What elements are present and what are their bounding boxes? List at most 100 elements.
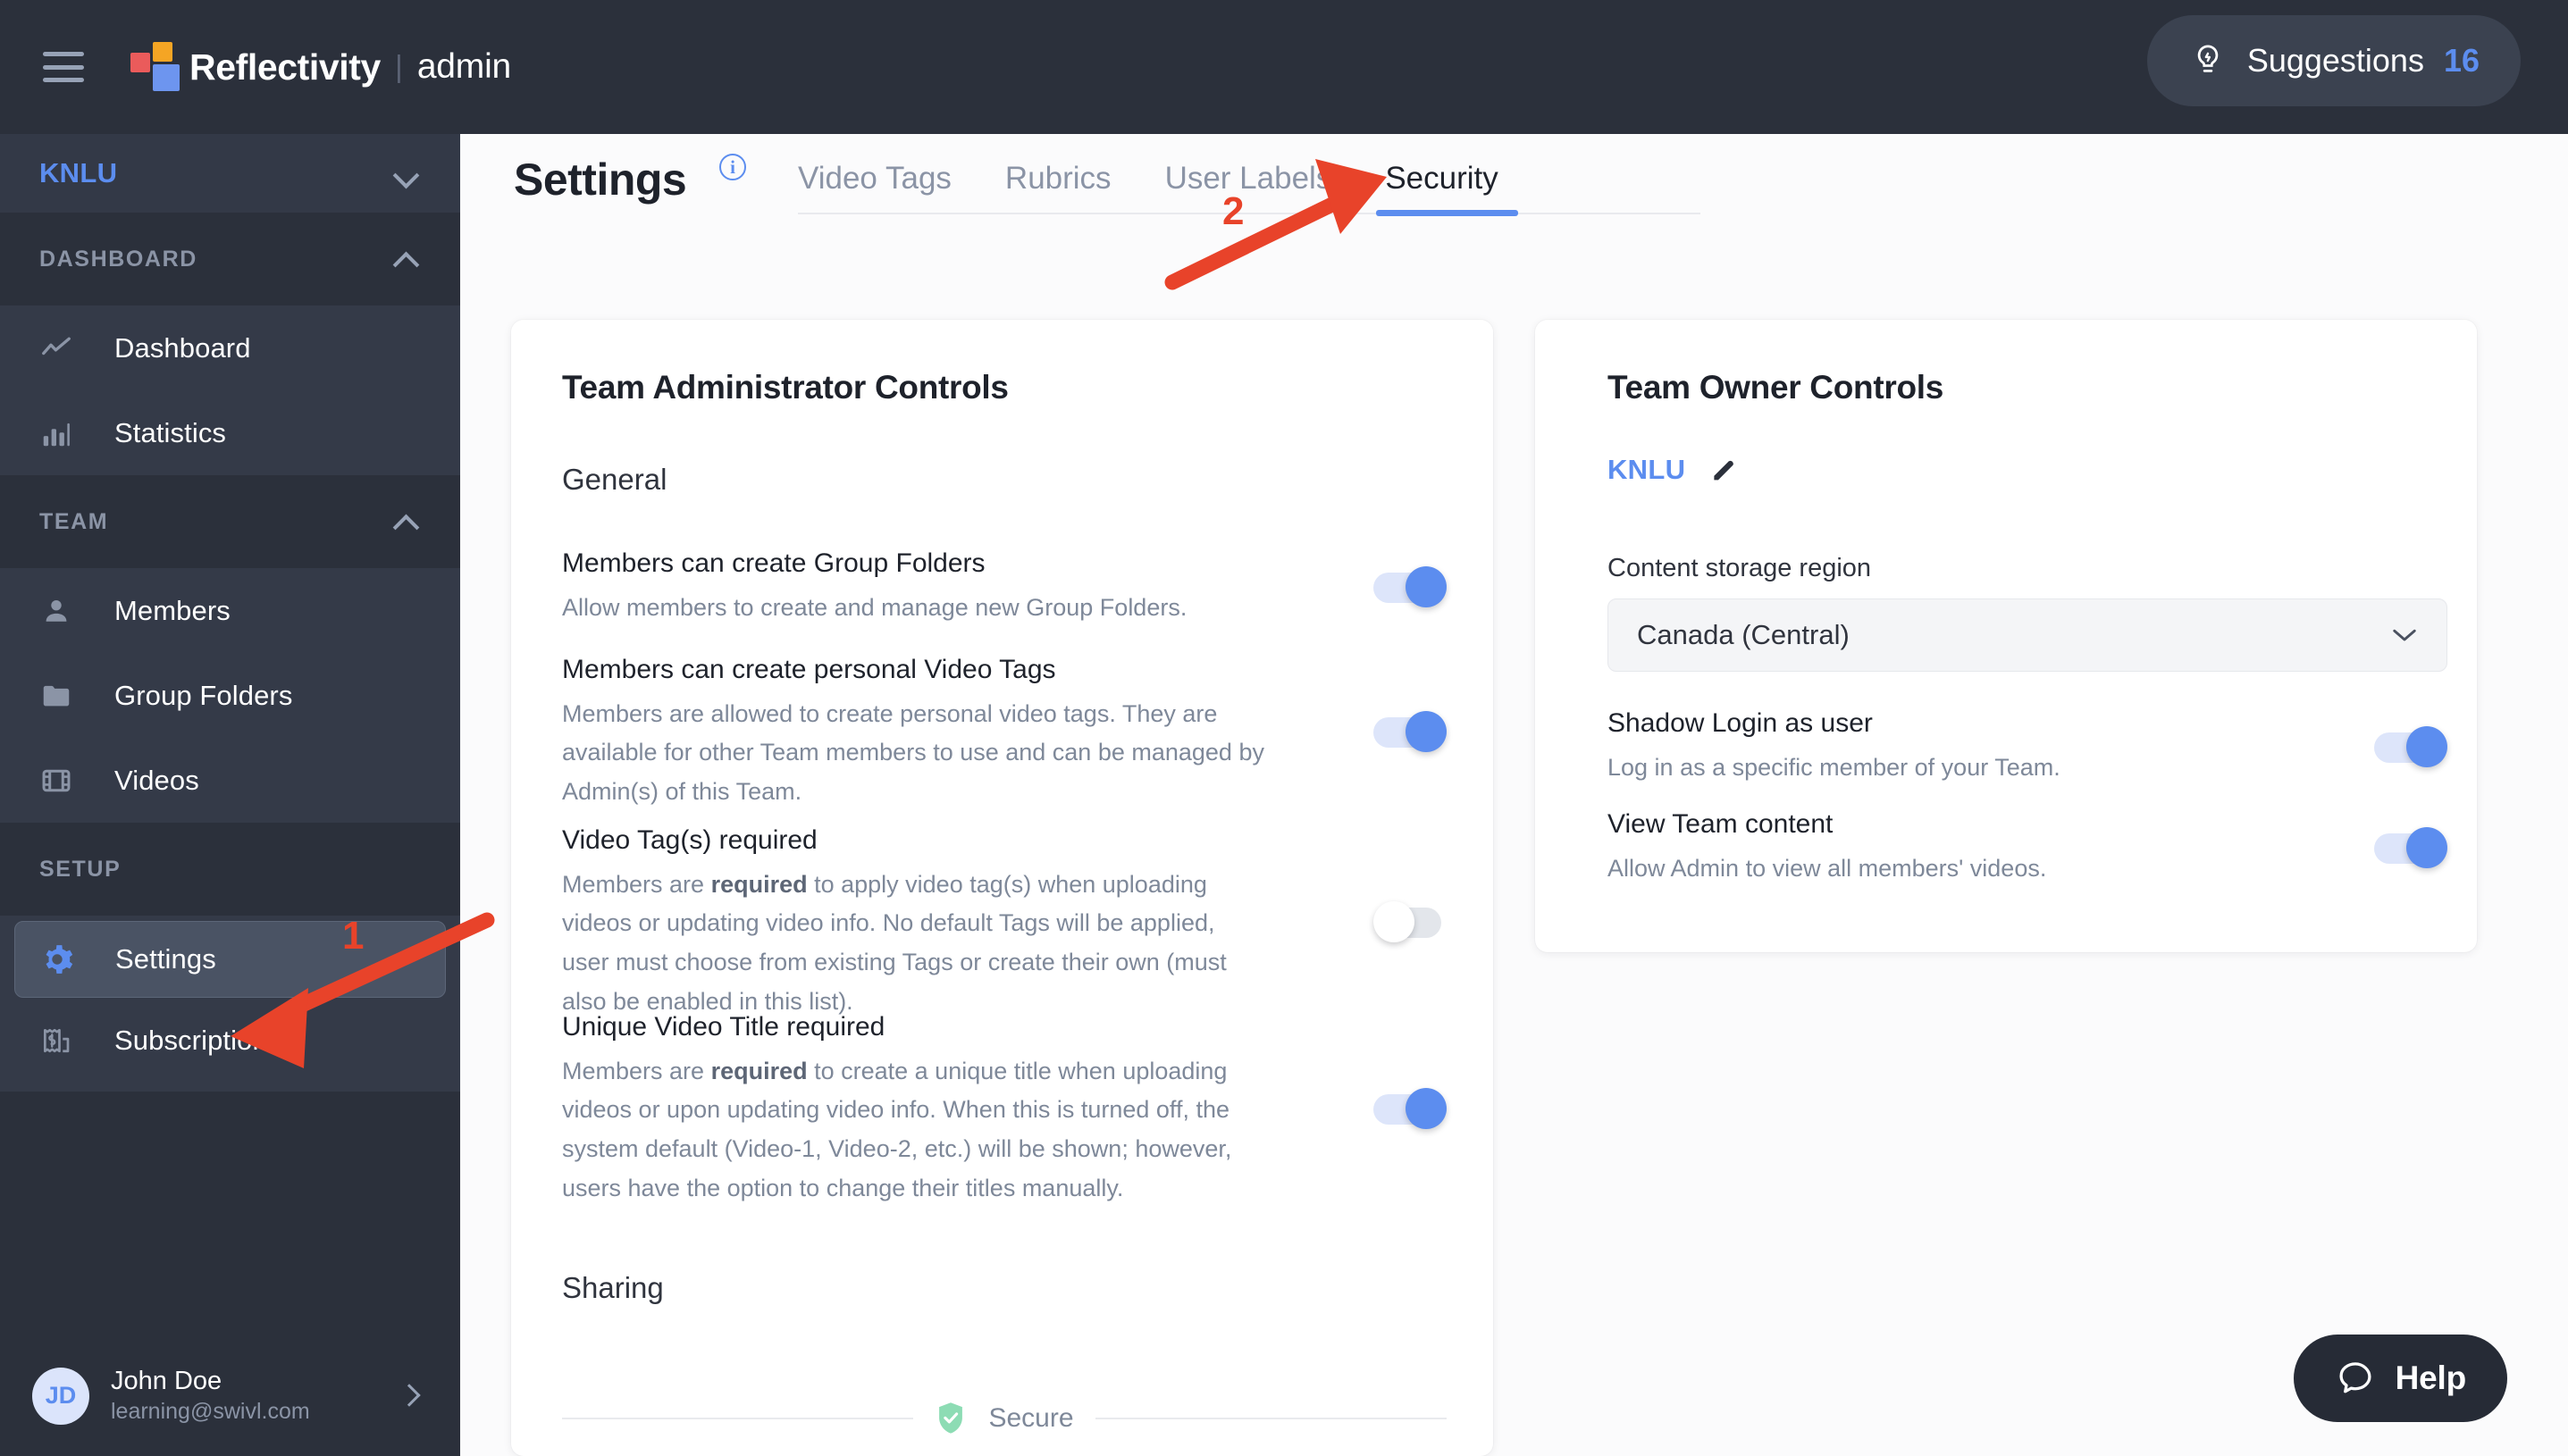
sidebar-item-subscriptions[interactable]: Subscriptions xyxy=(0,998,460,1083)
annotation-number-2: 2 xyxy=(1222,189,1245,233)
sidebar-item-label: Videos xyxy=(114,764,199,796)
sidebar-item-label: Settings xyxy=(115,943,216,975)
line-chart-icon xyxy=(39,331,82,365)
sidebar-section-dashboard[interactable]: DASHBOARD xyxy=(0,213,460,305)
divider-line-left xyxy=(562,1418,914,1419)
logo-square-orange xyxy=(153,42,172,62)
info-icon[interactable]: i xyxy=(719,154,746,180)
logo-square-blue xyxy=(153,64,180,91)
lightbulb-icon xyxy=(2197,45,2219,72)
sidebar-item-label: Members xyxy=(114,594,231,626)
chevron-down-icon xyxy=(394,165,421,181)
sidebar-item-members[interactable]: Members xyxy=(0,568,460,653)
toggle-unique-video-title-required[interactable] xyxy=(1373,1088,1447,1130)
setting-row-shadow-login: Shadow Login as user Log in as a specifi… xyxy=(1607,706,2447,787)
sidebar-section-team[interactable]: TEAM xyxy=(0,475,460,568)
content-storage-region-value: Canada (Central) xyxy=(1637,619,1850,650)
setting-text: Members can create Group Folders Allow m… xyxy=(562,546,1338,627)
cards-container: Team Administrator Controls General Memb… xyxy=(511,320,2477,1456)
divider-line-right xyxy=(1095,1418,1447,1419)
user-profile[interactable]: JD John Doe learning@swivl.com xyxy=(0,1335,460,1456)
secure-label: Secure xyxy=(988,1403,1074,1433)
hamburger-icon[interactable] xyxy=(43,52,84,82)
suggestions-label: Suggestions xyxy=(2246,42,2424,79)
sidebar-group-team: Members Group Folders Videos xyxy=(0,568,460,823)
toggle-thumb xyxy=(1406,565,1447,607)
toggle-view-team-content[interactable] xyxy=(2374,826,2447,868)
brand-name: Reflectivity xyxy=(189,46,381,88)
hamburger-line xyxy=(43,78,84,82)
setting-name: Unique Video Title required xyxy=(562,1012,885,1042)
admin-card-title: Team Administrator Controls xyxy=(562,369,1009,406)
bar-chart-icon xyxy=(39,416,82,450)
help-button[interactable]: Help xyxy=(2293,1335,2507,1422)
toggle-thumb xyxy=(1406,1088,1447,1130)
content-storage-region-label: Content storage region xyxy=(1607,554,1872,582)
setting-row-group-folders: Members can create Group Folders Allow m… xyxy=(562,546,1447,627)
setting-name: Shadow Login as user xyxy=(1607,708,1873,738)
brand-separator: | xyxy=(394,49,403,84)
setting-description: Members are allowed to create personal v… xyxy=(562,699,1264,805)
owner-card-title: Team Owner Controls xyxy=(1607,369,1944,406)
secure-divider: Secure xyxy=(562,1401,1447,1436)
toggle-thumb xyxy=(1373,901,1414,943)
sidebar-item-label: Subscriptions xyxy=(114,1024,282,1056)
reflectivity-logo-icon xyxy=(130,42,180,92)
owner-team-row: KNLU xyxy=(1607,454,1739,486)
sidebar-item-label: Group Folders xyxy=(114,679,293,711)
sidebar-item-dashboard[interactable]: Dashboard xyxy=(0,305,460,390)
team-switcher[interactable]: KNLU xyxy=(0,134,460,213)
tab-security[interactable]: Security xyxy=(1376,161,1519,216)
film-icon xyxy=(39,764,82,798)
setting-text: Unique Video Title required Members are … xyxy=(562,1009,1277,1208)
setting-description: Members are required to create a unique … xyxy=(562,1052,1277,1209)
setting-description: Allow Admin to view all members' videos. xyxy=(1607,854,2047,882)
setting-description: Log in as a specific member of your Team… xyxy=(1607,753,2060,781)
toggle-thumb xyxy=(2406,725,2447,767)
sidebar: KNLU DASHBOARD Dashboard Statistics TEAM xyxy=(0,134,460,1456)
setting-text: Video Tag(s) required Members are requir… xyxy=(562,823,1268,1021)
chevron-right-icon xyxy=(401,1387,419,1405)
desc-part-bold: required xyxy=(710,870,808,898)
desc-part: Members are xyxy=(562,1057,711,1084)
avatar: JD xyxy=(32,1367,89,1425)
setting-name: Members can create Group Folders xyxy=(562,548,986,578)
chevron-up-icon xyxy=(394,251,421,267)
suggestions-button[interactable]: Suggestions 16 xyxy=(2146,15,2521,106)
tab-rubrics[interactable]: Rubrics xyxy=(1005,161,1112,214)
tab-user-labels[interactable]: User Labels xyxy=(1165,161,1332,214)
sidebar-section-setup[interactable]: SETUP xyxy=(0,823,460,916)
pencil-icon[interactable] xyxy=(1708,455,1739,485)
gear-icon xyxy=(40,942,83,976)
sidebar-group-setup: Settings Subscriptions xyxy=(0,916,460,1092)
sidebar-item-group-folders[interactable]: Group Folders xyxy=(0,653,460,738)
sidebar-group-dashboard: Dashboard Statistics xyxy=(0,305,460,475)
toggle-video-tags-required[interactable] xyxy=(1373,901,1447,943)
setting-name: Members can create personal Video Tags xyxy=(562,655,1056,684)
sidebar-item-statistics[interactable]: Statistics xyxy=(0,390,460,475)
toggle-members-can-create-group-folders[interactable] xyxy=(1373,565,1447,607)
chevron-down-icon xyxy=(2391,626,2418,644)
desc-part: Members are xyxy=(562,870,711,898)
help-label: Help xyxy=(2395,1360,2467,1396)
team-owner-controls-card: Team Owner Controls KNLU Content storage… xyxy=(1535,320,2477,952)
brand-subtitle: admin xyxy=(416,47,512,86)
sidebar-item-settings[interactable]: Settings xyxy=(14,921,446,998)
content-storage-region-select[interactable]: Canada (Central) xyxy=(1607,598,2447,672)
setting-row-view-team-content: View Team content Allow Admin to view al… xyxy=(1607,807,2447,888)
toggle-shadow-login-as-user[interactable] xyxy=(2374,725,2447,767)
sidebar-item-videos[interactable]: Videos xyxy=(0,738,460,823)
user-name: John Doe xyxy=(111,1366,222,1395)
setting-row-video-tags-required: Video Tag(s) required Members are requir… xyxy=(562,823,1447,1021)
toggle-thumb xyxy=(1406,711,1447,753)
toggle-members-can-create-personal-video-tags[interactable] xyxy=(1373,711,1447,753)
admin-section-general-label: General xyxy=(562,463,667,496)
setting-description: Members are required to apply video tag(… xyxy=(562,866,1268,1022)
logo-square-red xyxy=(130,53,150,72)
brand-logo[interactable]: Reflectivity | admin xyxy=(130,42,511,92)
tab-video-tags[interactable]: Video Tags xyxy=(798,161,952,214)
team-switcher-name: KNLU xyxy=(39,157,118,188)
folder-icon xyxy=(39,679,82,713)
setting-name: Video Tag(s) required xyxy=(562,825,818,855)
setting-text: View Team content Allow Admin to view al… xyxy=(1607,807,2338,888)
